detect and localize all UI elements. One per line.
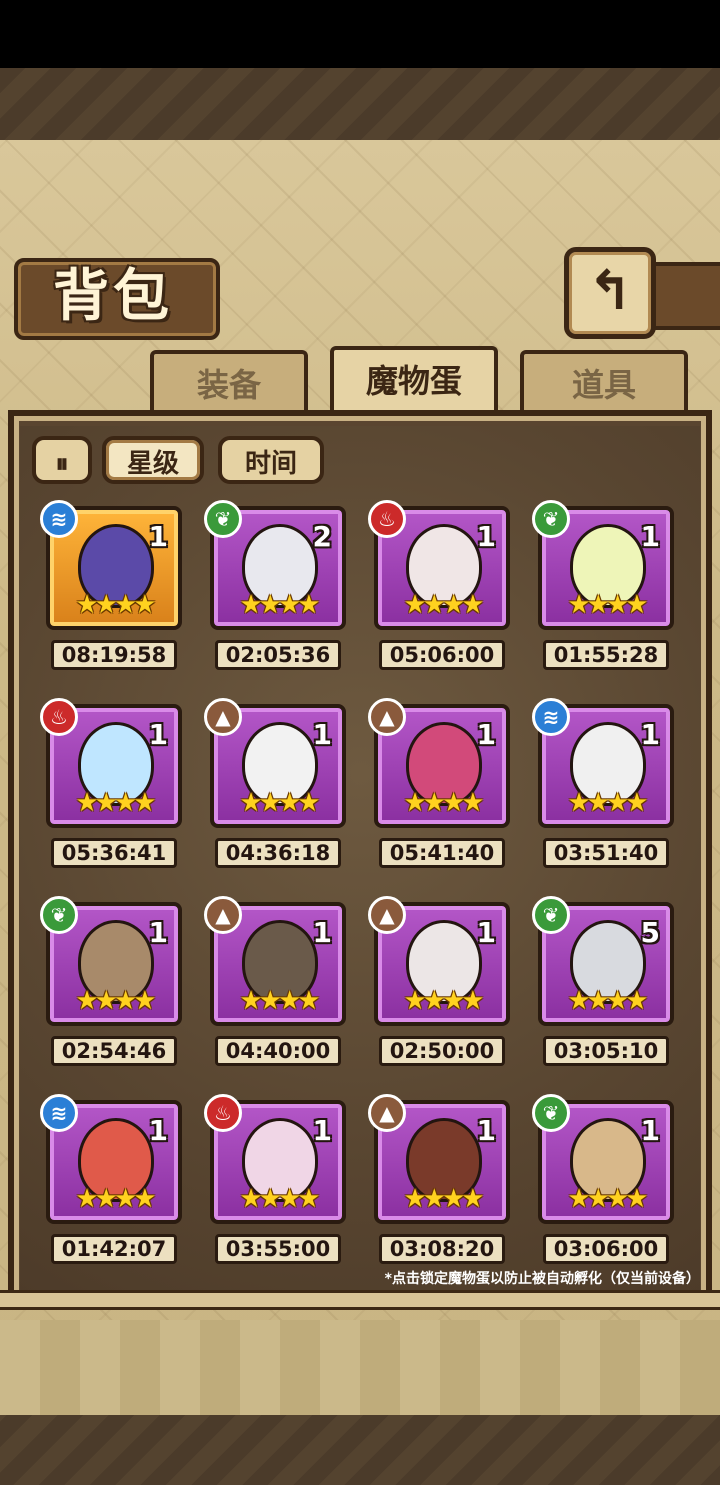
fire-element-icon: ♨ <box>204 1094 242 1132</box>
hatch-timer: 01:42:07 <box>51 1234 177 1264</box>
egg-count: 1 <box>148 520 168 553</box>
grass-element-icon: ❦ <box>40 896 78 934</box>
hatch-timer: 05:36:41 <box>51 838 177 868</box>
star-rating: ★★★★ <box>403 986 484 1016</box>
hatch-timer: 03:55:00 <box>215 1234 341 1264</box>
grass-element-icon: ❦ <box>204 500 242 538</box>
earth-element-icon: ▲ <box>204 698 242 736</box>
tab-bar: 装备 魔物蛋 道具 <box>0 346 720 416</box>
sort-order-toggle[interactable]: ⏸ <box>32 436 92 484</box>
back-arrow-icon[interactable]: ↰ <box>564 247 656 339</box>
hatch-timer: 01:55:28 <box>543 640 669 670</box>
star-rating: ★★★★ <box>567 986 648 1016</box>
footnote: *点击锁定魔物蛋以防止被自动孵化（仅当前设备） <box>384 1271 700 1287</box>
grass-element-icon: ❦ <box>532 500 570 538</box>
sort-by-star-button[interactable]: 星级 <box>102 436 204 484</box>
star-rating: ★★★★ <box>239 986 320 1016</box>
star-rating: ★★★★ <box>75 590 156 620</box>
water-element-icon: ≋ <box>40 500 78 538</box>
egg-count: 1 <box>476 1114 496 1147</box>
egg-count: 1 <box>640 520 660 553</box>
hatch-timer: 03:06:00 <box>543 1234 669 1264</box>
sort-order-icon: ⏸ <box>55 449 69 479</box>
earth-element-icon: ▲ <box>204 896 242 934</box>
bottom-background <box>0 1320 720 1485</box>
egg-count: 2 <box>312 520 332 553</box>
star-rating: ★★★★ <box>567 590 648 620</box>
grass-element-icon: ❦ <box>532 1094 570 1132</box>
water-element-icon: ≋ <box>40 1094 78 1132</box>
egg-count: 1 <box>312 1114 332 1147</box>
egg-count: 1 <box>476 916 496 949</box>
grass-element-icon: ❦ <box>532 896 570 934</box>
tab-equipment[interactable]: 装备 <box>150 350 308 414</box>
egg-count: 5 <box>640 916 660 949</box>
egg-count: 1 <box>148 718 168 751</box>
egg-count: 1 <box>312 916 332 949</box>
star-rating: ★★★★ <box>403 590 484 620</box>
hatch-timer: 03:08:20 <box>379 1234 505 1264</box>
egg-count: 1 <box>476 718 496 751</box>
tab-items[interactable]: 道具 <box>520 350 688 414</box>
star-rating: ★★★★ <box>239 590 320 620</box>
hatch-timer: 03:05:10 <box>543 1036 669 1066</box>
egg-count: 1 <box>312 718 332 751</box>
earth-element-icon: ▲ <box>368 1094 406 1132</box>
star-rating: ★★★★ <box>239 1184 320 1214</box>
egg-count: 1 <box>640 1114 660 1147</box>
star-rating: ★★★★ <box>403 788 484 818</box>
star-rating: ★★★★ <box>75 986 156 1016</box>
earth-element-icon: ▲ <box>368 896 406 934</box>
water-element-icon: ≋ <box>532 698 570 736</box>
hatch-timer: 02:05:36 <box>215 640 341 670</box>
fire-element-icon: ♨ <box>40 698 78 736</box>
hatch-timer: 02:54:46 <box>51 1036 177 1066</box>
egg-count: 1 <box>476 520 496 553</box>
hatch-timer: 04:36:18 <box>215 838 341 868</box>
hatch-timer: 08:19:58 <box>51 640 177 670</box>
star-rating: ★★★★ <box>403 1184 484 1214</box>
status-bar <box>0 0 720 68</box>
panel-bottom-frame <box>0 1290 720 1310</box>
star-rating: ★★★★ <box>567 1184 648 1214</box>
hatch-timer: 05:06:00 <box>379 640 505 670</box>
hatch-timer: 04:40:00 <box>215 1036 341 1066</box>
hatch-timer: 02:50:00 <box>379 1036 505 1066</box>
star-rating: ★★★★ <box>239 788 320 818</box>
fire-element-icon: ♨ <box>368 500 406 538</box>
page-title: 背包 <box>53 264 173 329</box>
sort-by-time-button[interactable]: 时间 <box>218 436 324 484</box>
star-rating: ★★★★ <box>75 788 156 818</box>
hatch-timer: 03:51:40 <box>543 838 669 868</box>
egg-count: 1 <box>640 718 660 751</box>
tab-monster-eggs[interactable]: 魔物蛋 <box>330 346 498 416</box>
earth-element-icon: ▲ <box>368 698 406 736</box>
star-rating: ★★★★ <box>75 1184 156 1214</box>
egg-count: 1 <box>148 916 168 949</box>
egg-count: 1 <box>148 1114 168 1147</box>
hatch-timer: 05:41:40 <box>379 838 505 868</box>
star-rating: ★★★★ <box>567 788 648 818</box>
